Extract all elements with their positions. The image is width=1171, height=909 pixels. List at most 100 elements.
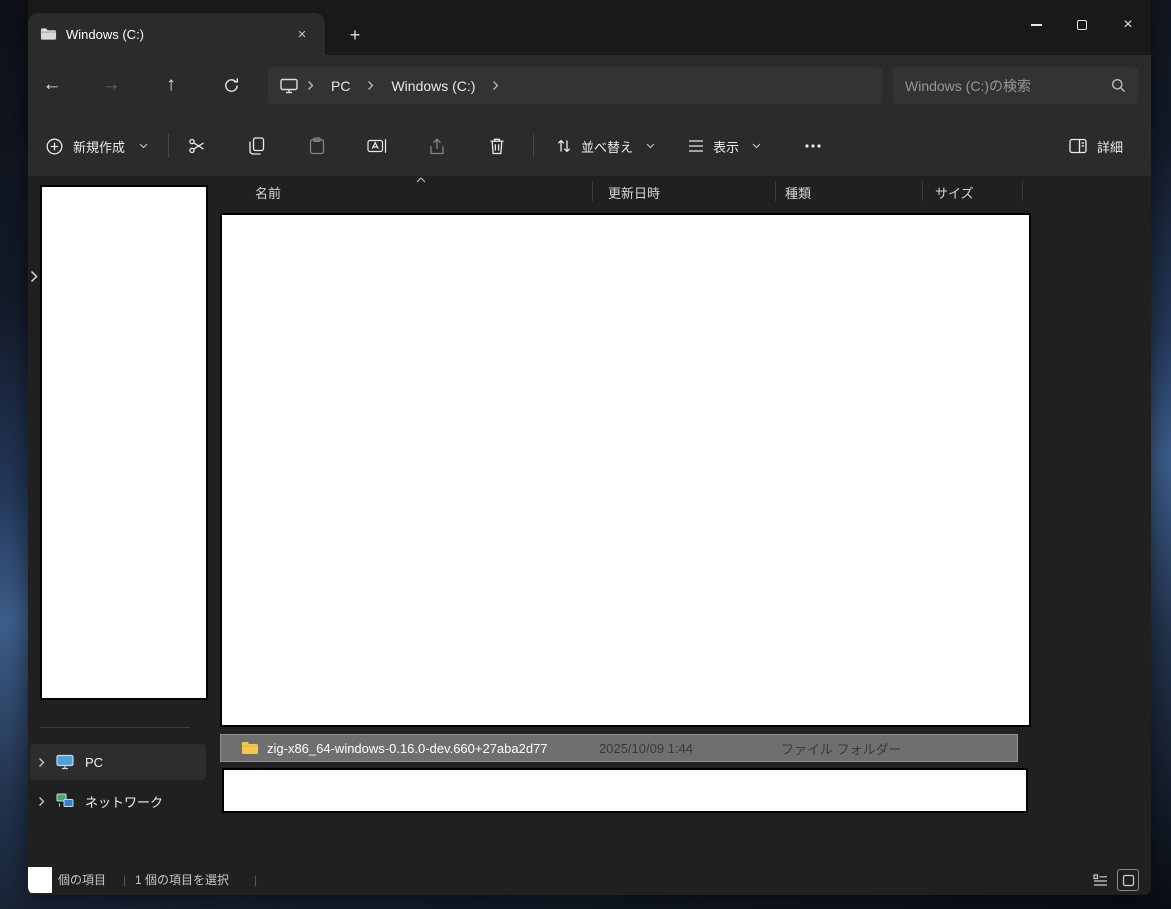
column-separator[interactable] [1022, 181, 1023, 201]
item-count-blank-box [28, 867, 52, 893]
sidebar-blank-panel [40, 185, 208, 700]
rename-icon [367, 139, 387, 153]
command-toolbar: 新規作成 並べ替え 表示 詳細 [28, 116, 1151, 176]
sidebar-item-network[interactable]: ネットワーク [30, 783, 206, 819]
details-view-icon [1092, 873, 1107, 886]
column-header-size[interactable]: サイズ [935, 183, 974, 202]
network-icon [56, 793, 74, 809]
copy-icon [249, 137, 265, 155]
details-view-toggle[interactable] [1089, 869, 1111, 891]
trash-icon [490, 138, 504, 155]
chevron-right-icon [490, 80, 501, 91]
sidebar-item-pc[interactable]: PC [30, 744, 206, 780]
sort-ascending-icon [416, 177, 426, 183]
ellipsis-icon [805, 144, 821, 148]
maximize-icon [1077, 20, 1087, 30]
chevron-right-icon[interactable] [38, 796, 45, 807]
paste-button[interactable] [297, 128, 337, 164]
status-separator: | [123, 873, 127, 887]
plus-circle-icon [46, 138, 63, 154]
new-button-label: 新規作成 [73, 139, 126, 155]
share-button[interactable] [417, 128, 457, 164]
large-icons-view-toggle[interactable] [1117, 869, 1139, 891]
copy-button[interactable] [237, 128, 277, 164]
column-header-name[interactable]: 名前 [255, 183, 281, 202]
sort-button[interactable]: 並べ替え [546, 128, 665, 164]
breadcrumb-item-windows-c[interactable]: Windows (C:) [383, 75, 483, 97]
chevron-right-icon[interactable] [30, 270, 38, 283]
toolbar-divider [533, 134, 534, 158]
sort-button-label: 並べ替え [581, 139, 634, 155]
new-tab-button[interactable]: + [339, 20, 371, 50]
file-row-selected[interactable]: zig-x86_64-windows-0.16.0-dev.660+27aba2… [220, 734, 1018, 762]
column-separator[interactable] [592, 181, 593, 201]
rename-button[interactable] [357, 128, 397, 164]
explorer-window: Windows (C:) × + × ← → ↑ PC Windows (C:)… [28, 0, 1151, 895]
refresh-button[interactable] [211, 66, 251, 104]
breadcrumb-item-pc[interactable]: PC [323, 75, 358, 97]
search-box [893, 67, 1138, 104]
chevron-right-icon [305, 80, 316, 91]
column-header-row: 名前 更新日時 種類 サイズ [220, 176, 1151, 206]
sidebar-divider [40, 727, 190, 728]
chevron-down-icon [752, 143, 761, 149]
details-pane-icon [1069, 138, 1087, 154]
tab-close-button[interactable]: × [289, 21, 315, 47]
status-separator: | [254, 873, 258, 887]
folder-icon [241, 741, 259, 755]
up-button[interactable]: ↑ [151, 66, 191, 104]
sidebar-item-label: ネットワーク [85, 794, 164, 810]
folder-tab-icon [40, 27, 57, 41]
title-bar: Windows (C:) × + × [28, 0, 1151, 55]
large-icons-view-icon [1122, 874, 1134, 886]
maximize-button[interactable] [1059, 0, 1105, 50]
column-header-date[interactable]: 更新日時 [608, 183, 660, 202]
file-date-modified: 2025/10/09 1:44 [599, 740, 693, 756]
chevron-down-icon [139, 143, 148, 149]
view-button[interactable]: 表示 [678, 128, 771, 164]
minimize-button[interactable] [1013, 0, 1059, 50]
toolbar-divider [168, 134, 169, 158]
details-pane-label: 詳細 [1096, 139, 1123, 155]
window-controls: × [1013, 0, 1151, 55]
this-pc-icon [280, 78, 298, 94]
item-count-label: 個の項目 [58, 873, 107, 887]
cut-button[interactable] [177, 128, 217, 164]
chevron-right-icon[interactable] [38, 757, 45, 768]
view-list-icon [689, 140, 703, 152]
column-separator[interactable] [775, 181, 776, 201]
column-separator[interactable] [922, 181, 923, 201]
close-button[interactable]: × [1105, 0, 1151, 50]
share-icon [430, 137, 444, 154]
breadcrumb[interactable]: PC Windows (C:) [268, 67, 882, 104]
file-list-blank-area [220, 213, 1031, 727]
column-header-type[interactable]: 種類 [785, 183, 811, 202]
new-button[interactable]: 新規作成 [36, 128, 158, 164]
selection-count-label: 1 個の項目を選択 [135, 873, 230, 887]
sidebar-item-label: PC [85, 754, 104, 770]
chevron-right-icon [365, 80, 376, 91]
navigation-bar: ← → ↑ PC Windows (C:) [28, 55, 1151, 116]
file-type: ファイル フォルダー [781, 741, 902, 757]
search-icon[interactable] [1111, 78, 1138, 93]
pc-icon [56, 754, 74, 770]
refresh-icon [224, 77, 238, 92]
sort-icon [557, 140, 571, 152]
paste-icon [309, 137, 325, 155]
forward-button[interactable]: → [91, 66, 131, 104]
close-icon: × [1123, 16, 1133, 33]
chevron-down-icon [646, 143, 655, 149]
more-options-button[interactable] [793, 128, 833, 164]
view-button-label: 表示 [713, 139, 740, 155]
scissors-icon [189, 138, 204, 154]
delete-button[interactable] [477, 128, 517, 164]
details-pane-button[interactable]: 詳細 [1059, 128, 1135, 164]
inline-rename-box[interactable] [222, 768, 1028, 813]
minimize-icon [1030, 24, 1042, 26]
file-name: zig-x86_64-windows-0.16.0-dev.660+27aba2… [267, 740, 548, 756]
search-input[interactable] [893, 77, 1111, 94]
explorer-tab[interactable]: Windows (C:) × [28, 13, 325, 55]
status-bar: 個の項目 | 1 個の項目を選択 | [28, 865, 1151, 895]
tab-title: Windows (C:) [66, 26, 145, 42]
back-button[interactable]: ← [32, 66, 72, 104]
